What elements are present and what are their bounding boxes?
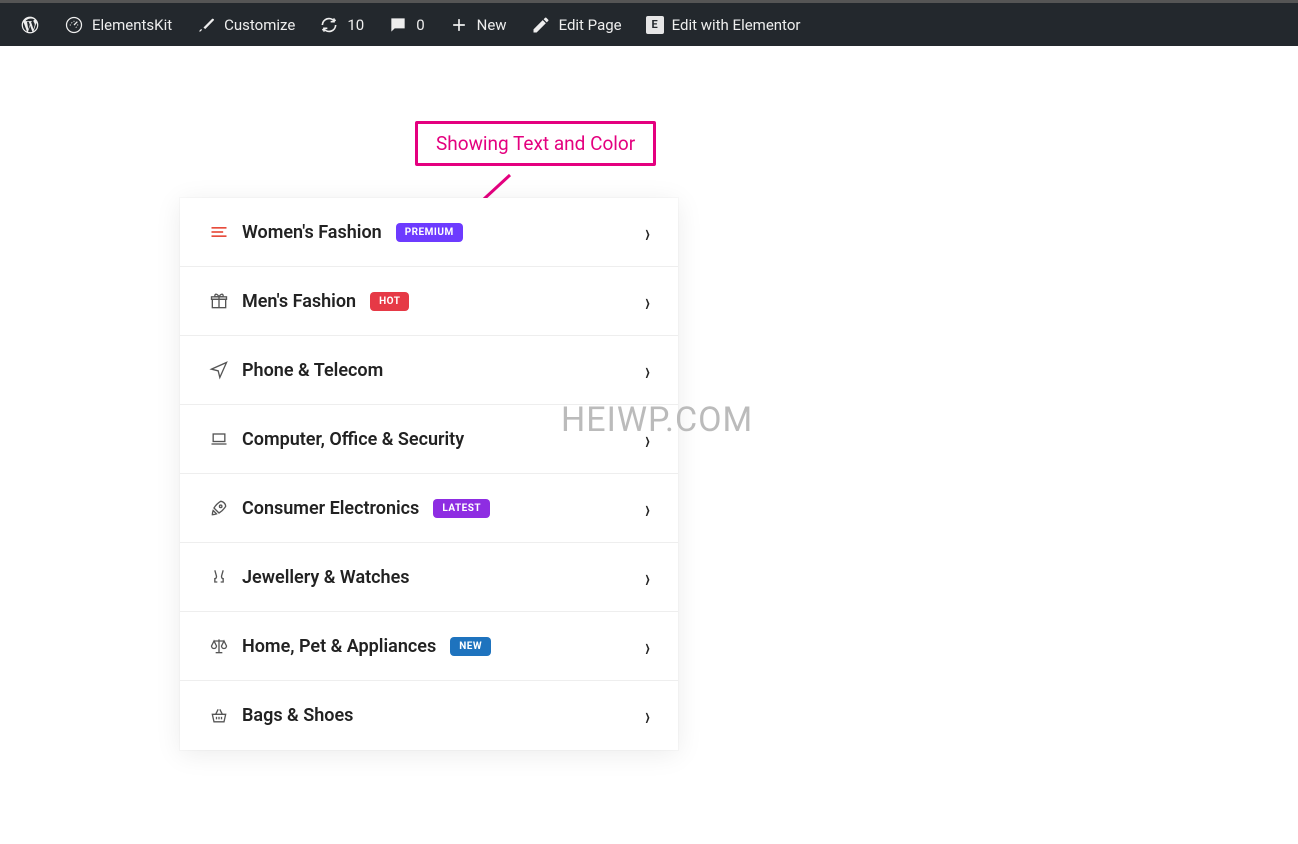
chevron-right-icon: › [645,424,650,454]
chevron-right-icon: › [645,493,650,523]
chevron-right-icon: › [645,217,650,247]
updates-link[interactable]: 10 [307,3,376,46]
scale-icon [208,635,230,657]
category-item[interactable]: Men's Fashion HOT › [180,267,678,336]
customize-label: Customize [224,16,295,34]
menu-lines-icon [208,221,230,243]
category-item[interactable]: Computer, Office & Security › [180,405,678,474]
category-label: Computer, Office & Security [242,429,464,450]
paper-plane-icon [208,359,230,381]
pencil-icon [531,15,551,35]
chevron-right-icon: › [645,631,650,661]
rocket-icon [208,497,230,519]
annotation-label: Showing Text and Color [436,132,635,155]
basket-icon [208,705,230,727]
chevron-right-icon: › [645,355,650,385]
category-item[interactable]: Phone & Telecom › [180,336,678,405]
category-item[interactable]: Women's Fashion PREMIUM › [180,198,678,267]
category-label: Women's Fashion [242,222,382,243]
gauge-icon [64,15,84,35]
elementskit-link[interactable]: ElementsKit [52,3,184,46]
refresh-icon [319,15,339,35]
category-badge: PREMIUM [396,223,463,242]
category-item[interactable]: Consumer Electronics LATEST › [180,474,678,543]
comments-link[interactable]: 0 [376,3,436,46]
wp-admin-bar: ElementsKit Customize 10 0 New Edit Page… [0,3,1298,46]
new-link[interactable]: New [437,3,519,46]
edit-elementor-label: Edit with Elementor [672,16,801,34]
category-label: Consumer Electronics [242,498,419,519]
category-label: Home, Pet & Appliances [242,636,436,657]
category-badge: LATEST [433,499,490,518]
edit-elementor-link[interactable]: E Edit with Elementor [634,3,813,46]
brush-icon [196,15,216,35]
category-item[interactable]: Home, Pet & Appliances NEW › [180,612,678,681]
updates-count: 10 [347,16,364,34]
annotation-callout: Showing Text and Color [415,121,656,166]
laptop-icon [208,428,230,450]
elementskit-label: ElementsKit [92,16,172,34]
category-label: Men's Fashion [242,291,356,312]
new-label: New [477,16,507,34]
category-badge: HOT [370,292,409,311]
plus-icon [449,15,469,35]
chevron-right-icon: › [645,286,650,316]
comment-icon [388,15,408,35]
edit-page-label: Edit Page [559,16,622,34]
category-label: Bags & Shoes [242,705,353,726]
chevron-right-icon: › [645,700,650,730]
wordpress-icon [20,15,40,35]
edit-page-link[interactable]: Edit Page [519,3,634,46]
cheers-icon [208,566,230,588]
category-list: Women's Fashion PREMIUM › Men's Fashion HOT ›… [180,198,678,750]
category-item[interactable]: Bags & Shoes › [180,681,678,750]
category-label: Phone & Telecom [242,360,383,381]
category-label: Jewellery & Watches [242,567,410,588]
comments-count: 0 [416,16,424,34]
customize-link[interactable]: Customize [184,3,307,46]
chevron-right-icon: › [645,562,650,592]
gift-icon [208,290,230,312]
elementor-icon: E [646,16,664,34]
wp-logo[interactable] [8,3,52,46]
category-item[interactable]: Jewellery & Watches › [180,543,678,612]
category-badge: NEW [450,637,491,656]
